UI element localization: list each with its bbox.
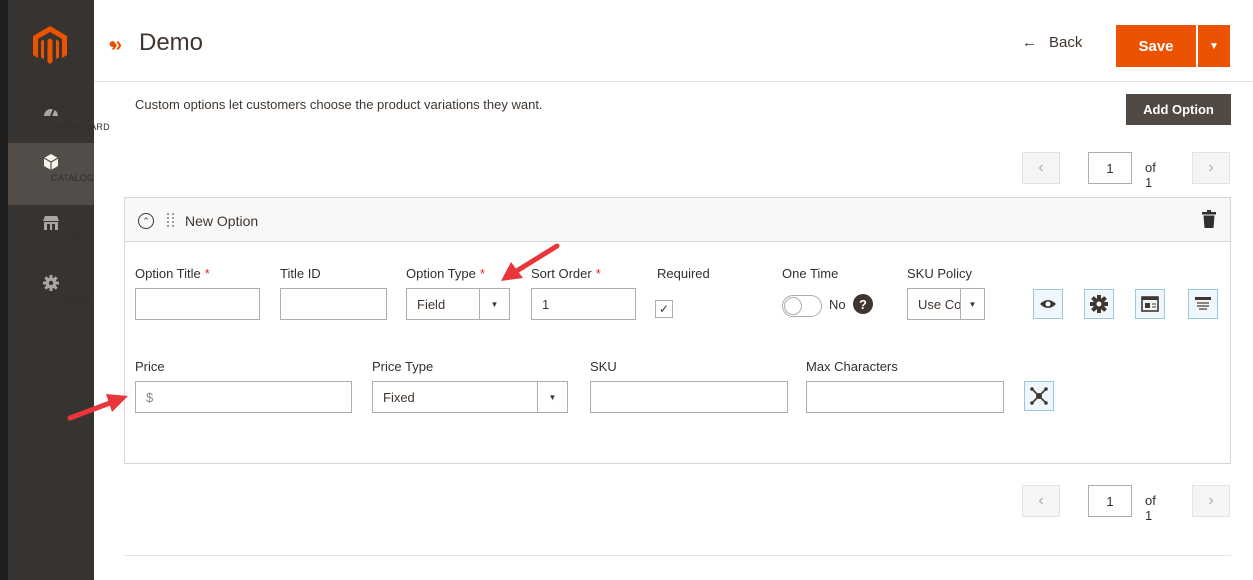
required-asterisk: *	[204, 266, 210, 281]
required-asterisk: *	[595, 266, 601, 281]
required-checkbox[interactable]: ✓	[655, 300, 673, 318]
required-asterisk: *	[479, 266, 485, 281]
pager-next-button[interactable]: ›	[1192, 152, 1230, 184]
custom-options-description: Custom options let customers choose the …	[135, 97, 543, 112]
option-name: New Option	[185, 213, 259, 229]
drag-handle-icon[interactable]	[167, 212, 175, 228]
arrow-left-icon: ←	[1022, 34, 1037, 51]
add-option-button[interactable]: Add Option	[1126, 94, 1231, 125]
nav-item-system[interactable]: SYSTEM	[8, 264, 94, 326]
option-title-label: Option Title *	[135, 266, 210, 281]
sku-input[interactable]	[590, 381, 788, 413]
network-icon	[1030, 387, 1048, 405]
one-time-value: No	[829, 297, 846, 312]
option-title-input[interactable]	[135, 288, 260, 320]
dependency-button[interactable]	[1024, 381, 1054, 411]
chevron-left-icon: ‹	[1038, 159, 1044, 176]
one-time-toggle[interactable]	[782, 295, 822, 317]
magento-logo-icon[interactable]	[33, 26, 67, 64]
max-characters-label: Max Characters	[806, 359, 898, 374]
one-time-label: One Time	[782, 266, 839, 281]
caret-down-icon: ▼	[479, 289, 509, 319]
save-dropdown-toggle[interactable]: ▼	[1198, 25, 1230, 67]
sku-policy-select[interactable]: Use Cor ▼	[907, 288, 985, 320]
title-id-input[interactable]	[280, 288, 387, 320]
sort-order-value: 1	[542, 296, 550, 312]
eye-icon	[1040, 300, 1056, 308]
back-label: Back	[1049, 34, 1083, 51]
sku-label: SKU	[590, 359, 617, 374]
pager-prev-button[interactable]: ‹	[1022, 485, 1060, 517]
catalog-icon	[43, 154, 59, 170]
breadcrumb-arrow-icon: •»	[109, 34, 122, 56]
settings-button[interactable]	[1084, 289, 1114, 319]
system-icon	[43, 275, 59, 291]
price-type-select[interactable]: Fixed ▼	[372, 381, 568, 413]
pager-page-input[interactable]: 1	[1088, 152, 1132, 184]
nav-label-stores: STORES	[51, 234, 90, 244]
help-icon[interactable]: ?	[853, 294, 873, 314]
option-type-label: Option Type *	[406, 266, 485, 281]
sku-policy-label: SKU Policy	[907, 266, 973, 281]
sku-policy-value: Use Cor	[918, 296, 966, 312]
nav-item-stores[interactable]: STORES	[8, 204, 94, 266]
price-placeholder: $	[146, 389, 154, 405]
chevron-left-icon: ‹	[1038, 492, 1044, 509]
sidebar-edge	[0, 0, 8, 580]
pager-page-input[interactable]: 1	[1088, 485, 1132, 517]
back-button[interactable]: ← Back	[1022, 34, 1082, 51]
caret-down-icon: ▼	[960, 289, 984, 319]
sort-order-input[interactable]: 1	[531, 288, 636, 320]
page-header: •» Demo ← Back Save ▼	[94, 0, 1253, 82]
price-input[interactable]: $	[135, 381, 352, 413]
gear-icon	[1090, 295, 1108, 313]
nav-label-system: SYSTEM	[51, 294, 90, 304]
option-type-select[interactable]: Field ▼	[406, 288, 510, 320]
pager-of-label: of 1	[1145, 493, 1156, 523]
title-id-label: Title ID	[280, 266, 321, 281]
price-type-value: Fixed	[383, 389, 415, 405]
max-characters-input[interactable]	[806, 381, 1004, 413]
section-divider	[124, 555, 1231, 556]
pager-prev-button[interactable]: ‹	[1022, 152, 1060, 184]
caret-down-icon: ▼	[1209, 40, 1219, 52]
option-type-value: Field	[417, 296, 446, 312]
chevron-right-icon: ›	[1208, 159, 1214, 176]
visibility-button[interactable]	[1033, 289, 1063, 319]
custom-option-panel: ⌃ New Option	[124, 197, 1231, 464]
option-header[interactable]: ⌃ New Option	[125, 198, 1230, 242]
annotation-arrow-price	[67, 394, 128, 421]
price-label: Price	[135, 359, 165, 374]
template-button[interactable]	[1135, 289, 1165, 319]
collapse-icon[interactable]: ⌃	[138, 213, 154, 229]
dashboard-icon	[44, 108, 58, 117]
nav-label-catalog: CATALOG	[51, 173, 95, 183]
nav-item-catalog[interactable]: CATALOG	[8, 143, 94, 205]
admin-sidebar: DASHBOARD CATALOG STORES SYSTEM	[0, 0, 110, 580]
save-button[interactable]: Save	[1116, 25, 1196, 67]
nav-label-dashboard: DASHBOARD	[51, 122, 110, 132]
pager-of-label: of 1	[1145, 160, 1156, 190]
pager-next-button[interactable]: ›	[1192, 485, 1230, 517]
required-label: Required	[657, 266, 710, 281]
checkmark-icon: ✓	[658, 302, 670, 316]
stores-icon	[43, 216, 59, 230]
description-button[interactable]	[1188, 289, 1218, 319]
chevron-right-icon: ›	[1208, 492, 1214, 509]
text-lines-icon	[1195, 297, 1211, 310]
page-title: Demo	[139, 29, 204, 56]
trash-icon[interactable]	[1202, 210, 1216, 228]
caret-down-icon: ▼	[537, 382, 567, 412]
template-icon	[1141, 296, 1159, 312]
annotation-arrow-option-type	[501, 243, 560, 281]
price-type-label: Price Type	[372, 359, 434, 374]
toggle-knob	[784, 297, 802, 315]
